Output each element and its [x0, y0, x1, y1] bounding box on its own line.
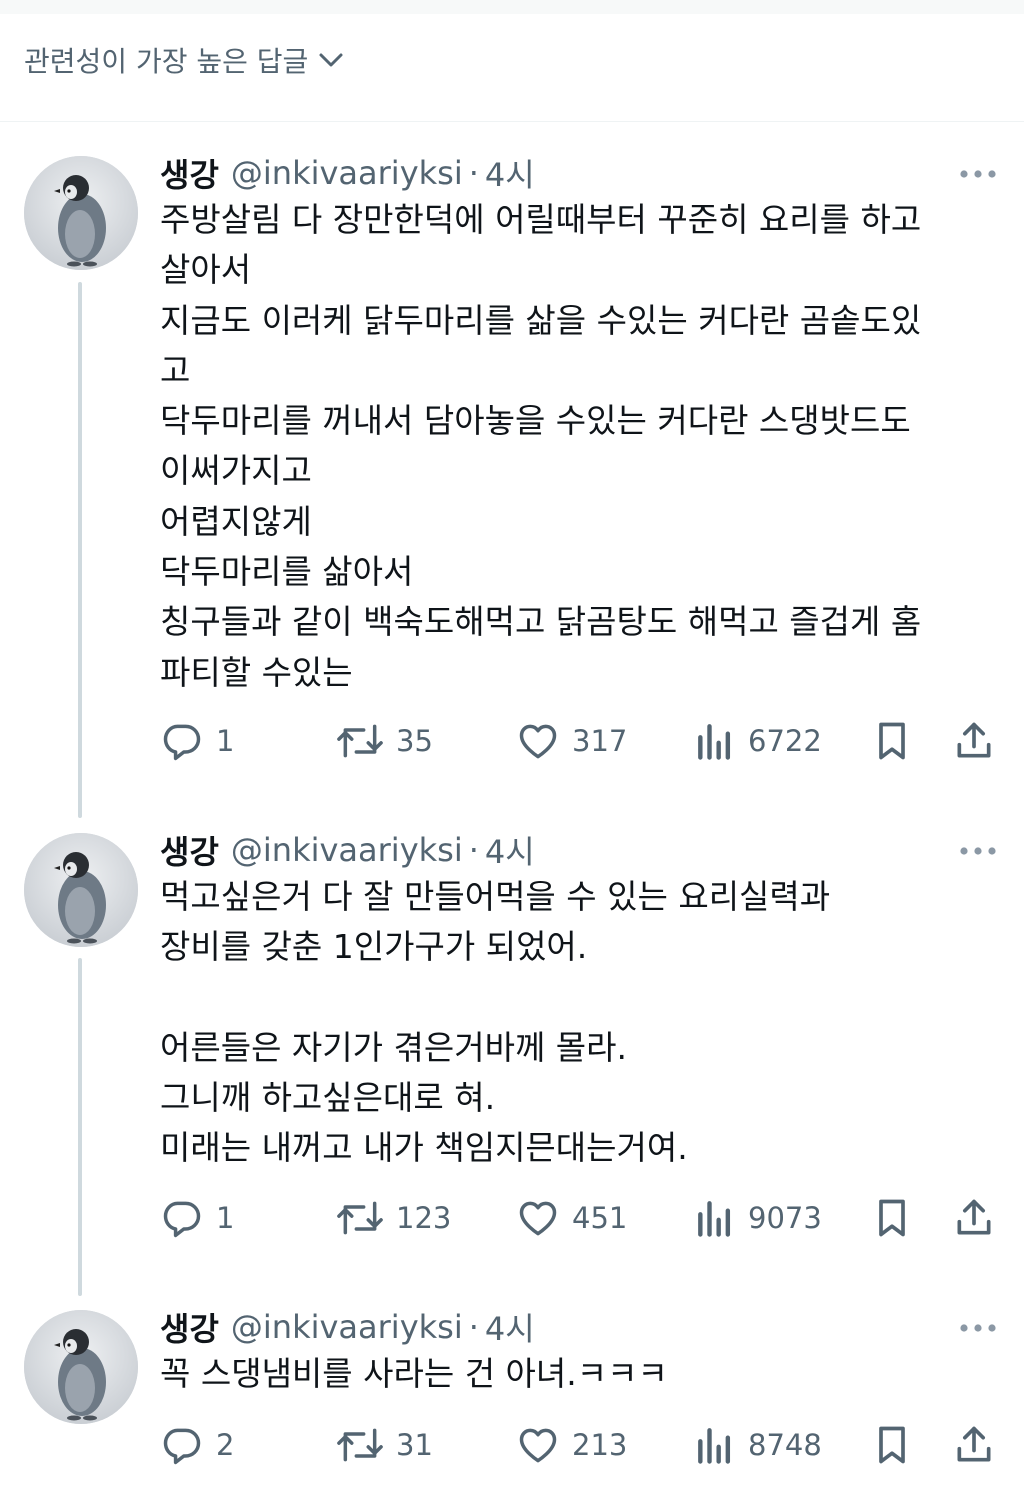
- avatar[interactable]: [24, 156, 138, 270]
- views-icon: [698, 1201, 731, 1237]
- retweet-count: 123: [396, 1201, 452, 1235]
- retweet-button[interactable]: 31: [336, 1420, 433, 1470]
- like-button[interactable]: 317: [516, 716, 627, 766]
- view-count: 9073: [748, 1201, 822, 1235]
- bookmark-button[interactable]: [870, 1193, 914, 1243]
- tweet-actions: 2 31 213 8748: [160, 1420, 1010, 1470]
- retweet-icon: [337, 724, 383, 758]
- tweet-header: 생강 @inkivaariyksi · 4시: [160, 150, 535, 196]
- tweet-actions: 1 35 317 6722: [160, 716, 1010, 766]
- bookmark-icon: [879, 722, 905, 760]
- heart-icon: [519, 724, 557, 759]
- retweet-button[interactable]: 123: [336, 1193, 451, 1243]
- reply-sort-button[interactable]: 관련성이 가장 높은 답글: [24, 36, 346, 84]
- like-count: 451: [572, 1201, 628, 1235]
- bookmark-icon: [879, 1199, 905, 1237]
- bookmark-icon: [879, 1426, 905, 1464]
- section-divider: [0, 121, 1024, 122]
- more-icon[interactable]: [958, 1318, 998, 1338]
- chevron-down-icon: [319, 53, 343, 67]
- reply-button[interactable]: 2: [160, 1420, 234, 1470]
- timestamp[interactable]: 4시: [485, 827, 535, 873]
- retweet-count: 31: [396, 1428, 433, 1462]
- separator-dot: ·: [468, 154, 479, 192]
- timestamp[interactable]: 4시: [485, 150, 535, 196]
- reply-count: 1: [216, 724, 235, 758]
- top-strip: [0, 0, 1024, 14]
- like-count: 213: [572, 1428, 628, 1462]
- view-count: 8748: [748, 1428, 822, 1462]
- views-button[interactable]: 9073: [694, 1193, 822, 1243]
- user-handle[interactable]: @inkivaariyksi: [231, 154, 463, 192]
- views-icon: [698, 1428, 731, 1464]
- tweet-text: 먹고싶은거 다 잘 만들어먹을 수 있는 요리실력과 장비를 갖춘 1인가구가 …: [160, 877, 831, 1168]
- retweet-icon: [337, 1201, 383, 1235]
- heart-icon: [519, 1201, 557, 1236]
- tweet-header: 생강 @inkivaariyksi · 4시: [160, 1304, 535, 1350]
- more-icon[interactable]: [958, 841, 998, 861]
- penguin-avatar-image: [24, 1310, 138, 1424]
- reply-icon: [163, 1201, 201, 1238]
- bookmark-button[interactable]: [870, 1420, 914, 1470]
- reply-sort-label: 관련성이 가장 높은 답글: [24, 45, 309, 78]
- share-icon: [957, 722, 991, 758]
- reply-count: 1: [216, 1201, 235, 1235]
- display-name[interactable]: 생강: [160, 1304, 219, 1350]
- share-button[interactable]: [952, 1193, 996, 1243]
- view-count: 6722: [748, 724, 822, 758]
- reply-button[interactable]: 1: [160, 1193, 234, 1243]
- heart-icon: [519, 1428, 557, 1463]
- like-button[interactable]: 451: [516, 1193, 627, 1243]
- penguin-avatar-image: [24, 156, 138, 270]
- tweet-header: 생강 @inkivaariyksi · 4시: [160, 827, 535, 873]
- reply-icon: [163, 724, 201, 761]
- share-icon: [957, 1199, 991, 1235]
- tweet[interactable]: 생강 @inkivaariyksi · 4시 꼭 스댕냄비를 사라는 건 아녀.…: [0, 1284, 1024, 1489]
- views-button[interactable]: 6722: [694, 716, 822, 766]
- display-name[interactable]: 생강: [160, 150, 219, 196]
- more-icon[interactable]: [958, 164, 998, 184]
- reply-button[interactable]: 1: [160, 716, 234, 766]
- penguin-avatar-image: [24, 833, 138, 947]
- user-handle[interactable]: @inkivaariyksi: [231, 831, 463, 869]
- share-button[interactable]: [952, 716, 996, 766]
- like-button[interactable]: 213: [516, 1420, 627, 1470]
- views-icon: [698, 724, 731, 760]
- retweet-button[interactable]: 35: [336, 716, 433, 766]
- tweet-actions: 1 123 451 9073: [160, 1193, 1010, 1243]
- tweet-text: 꼭 스댕냄비를 사라는 건 아녀.ㅋㅋㅋ: [160, 1354, 668, 1393]
- views-button[interactable]: 8748: [694, 1420, 822, 1470]
- like-count: 317: [572, 724, 628, 758]
- share-button[interactable]: [952, 1420, 996, 1470]
- separator-dot: ·: [468, 1308, 479, 1346]
- tweet-text: 주방살림 다 장만한덕에 어릴때부터 꾸준히 요리를 하고 살아서 지금도 이러…: [160, 200, 922, 692]
- avatar[interactable]: [24, 833, 138, 947]
- timestamp[interactable]: 4시: [485, 1304, 535, 1350]
- bookmark-button[interactable]: [870, 716, 914, 766]
- retweet-icon: [337, 1428, 383, 1462]
- separator-dot: ·: [468, 831, 479, 869]
- tweet[interactable]: 생강 @inkivaariyksi · 4시 먹고싶은거 다 잘 만들어먹을 수…: [0, 807, 1024, 1287]
- display-name[interactable]: 생강: [160, 827, 219, 873]
- retweet-count: 35: [396, 724, 433, 758]
- reply-icon: [163, 1428, 201, 1465]
- avatar[interactable]: [24, 1310, 138, 1424]
- user-handle[interactable]: @inkivaariyksi: [231, 1308, 463, 1346]
- reply-count: 2: [216, 1428, 235, 1462]
- share-icon: [957, 1426, 991, 1462]
- tweet[interactable]: 생강 @inkivaariyksi · 4시 주방살림 다 장만한덕에 어릴때부…: [0, 130, 1024, 810]
